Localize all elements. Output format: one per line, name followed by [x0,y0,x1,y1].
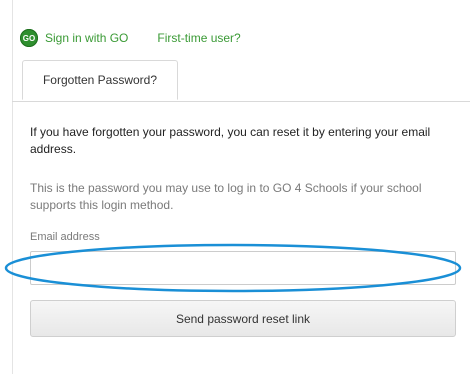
login-page: GO Sign in with GO First-time user? Forg… [0,0,470,374]
send-reset-link-button[interactable]: Send password reset link [30,300,456,337]
tab-forgotten-password[interactable]: Forgotten Password? [22,60,178,100]
login-method-note: This is the password you may use to log … [30,181,422,212]
email-field[interactable] [30,251,456,285]
login-options: GO Sign in with GO First-time user? [20,26,241,50]
go-logo-icon: GO [20,29,38,47]
email-label: Email address [30,231,100,243]
sign-in-with-go-link[interactable]: Sign in with GO [45,31,128,45]
tab-strip: Forgotten Password? [12,60,470,102]
reset-instructions: If you have forgotten your password, you… [30,125,431,156]
first-time-user-link[interactable]: First-time user? [157,31,240,45]
